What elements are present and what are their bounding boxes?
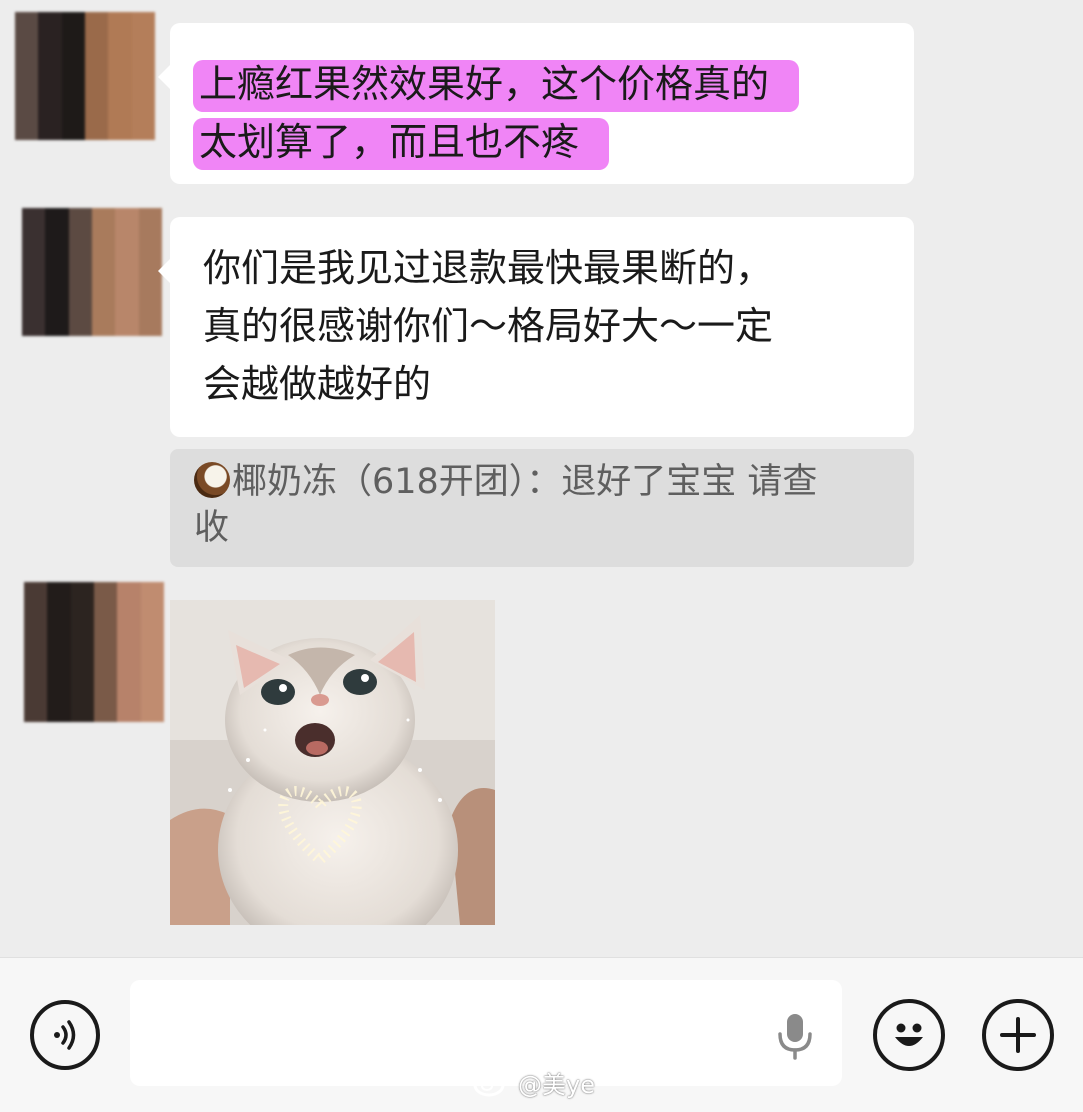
weibo-watermark: @美ye <box>472 1062 595 1102</box>
avatar[interactable] <box>22 208 162 336</box>
watermark-text: @美ye <box>518 1070 595 1099</box>
mic-icon[interactable] <box>776 1012 814 1060</box>
voice-icon <box>54 1020 76 1050</box>
quoted-message[interactable]: 椰奶冻（618开团）：退好了宝宝 请查 收 <box>170 449 914 567</box>
emoji-icon <box>895 1023 923 1046</box>
avatar[interactable] <box>24 582 164 722</box>
coconut-emoji-icon <box>194 462 230 498</box>
emoji-button[interactable] <box>873 999 945 1071</box>
quote-line: 收 <box>194 508 230 548</box>
message-line: 上瘾红果然效果好，这个价格真的 <box>199 62 770 106</box>
message-line: 会越做越好的 <box>203 362 432 406</box>
weibo-logo-icon <box>473 1070 511 1097</box>
message-line: 你们是我见过退款最快最果断的， <box>203 246 774 290</box>
avatar[interactable] <box>15 12 155 140</box>
quote-line: 椰奶冻（618开团）：退好了宝宝 请查 <box>232 462 818 502</box>
plus-icon <box>1000 1017 1036 1053</box>
voice-toggle-button[interactable] <box>30 1000 100 1070</box>
cat-sticker-image[interactable] <box>170 600 495 925</box>
message-line: 太划算了，而且也不疼 <box>199 120 580 164</box>
highlighted-text: 上瘾红果然效果好，这个价格真的 太划算了，而且也不疼 <box>193 60 800 170</box>
message-line: 真的很感谢你们～格局好大～一定 <box>203 304 774 348</box>
message-bubble[interactable]: 上瘾红果然效果好，这个价格真的 太划算了，而且也不疼 <box>158 23 914 184</box>
message-bubble[interactable]: 你们是我见过退款最快最果断的， 真的很感谢你们～格局好大～一定 会越做越好的 <box>158 217 914 437</box>
more-options-button[interactable] <box>982 999 1054 1071</box>
cat-illustration <box>170 600 495 925</box>
